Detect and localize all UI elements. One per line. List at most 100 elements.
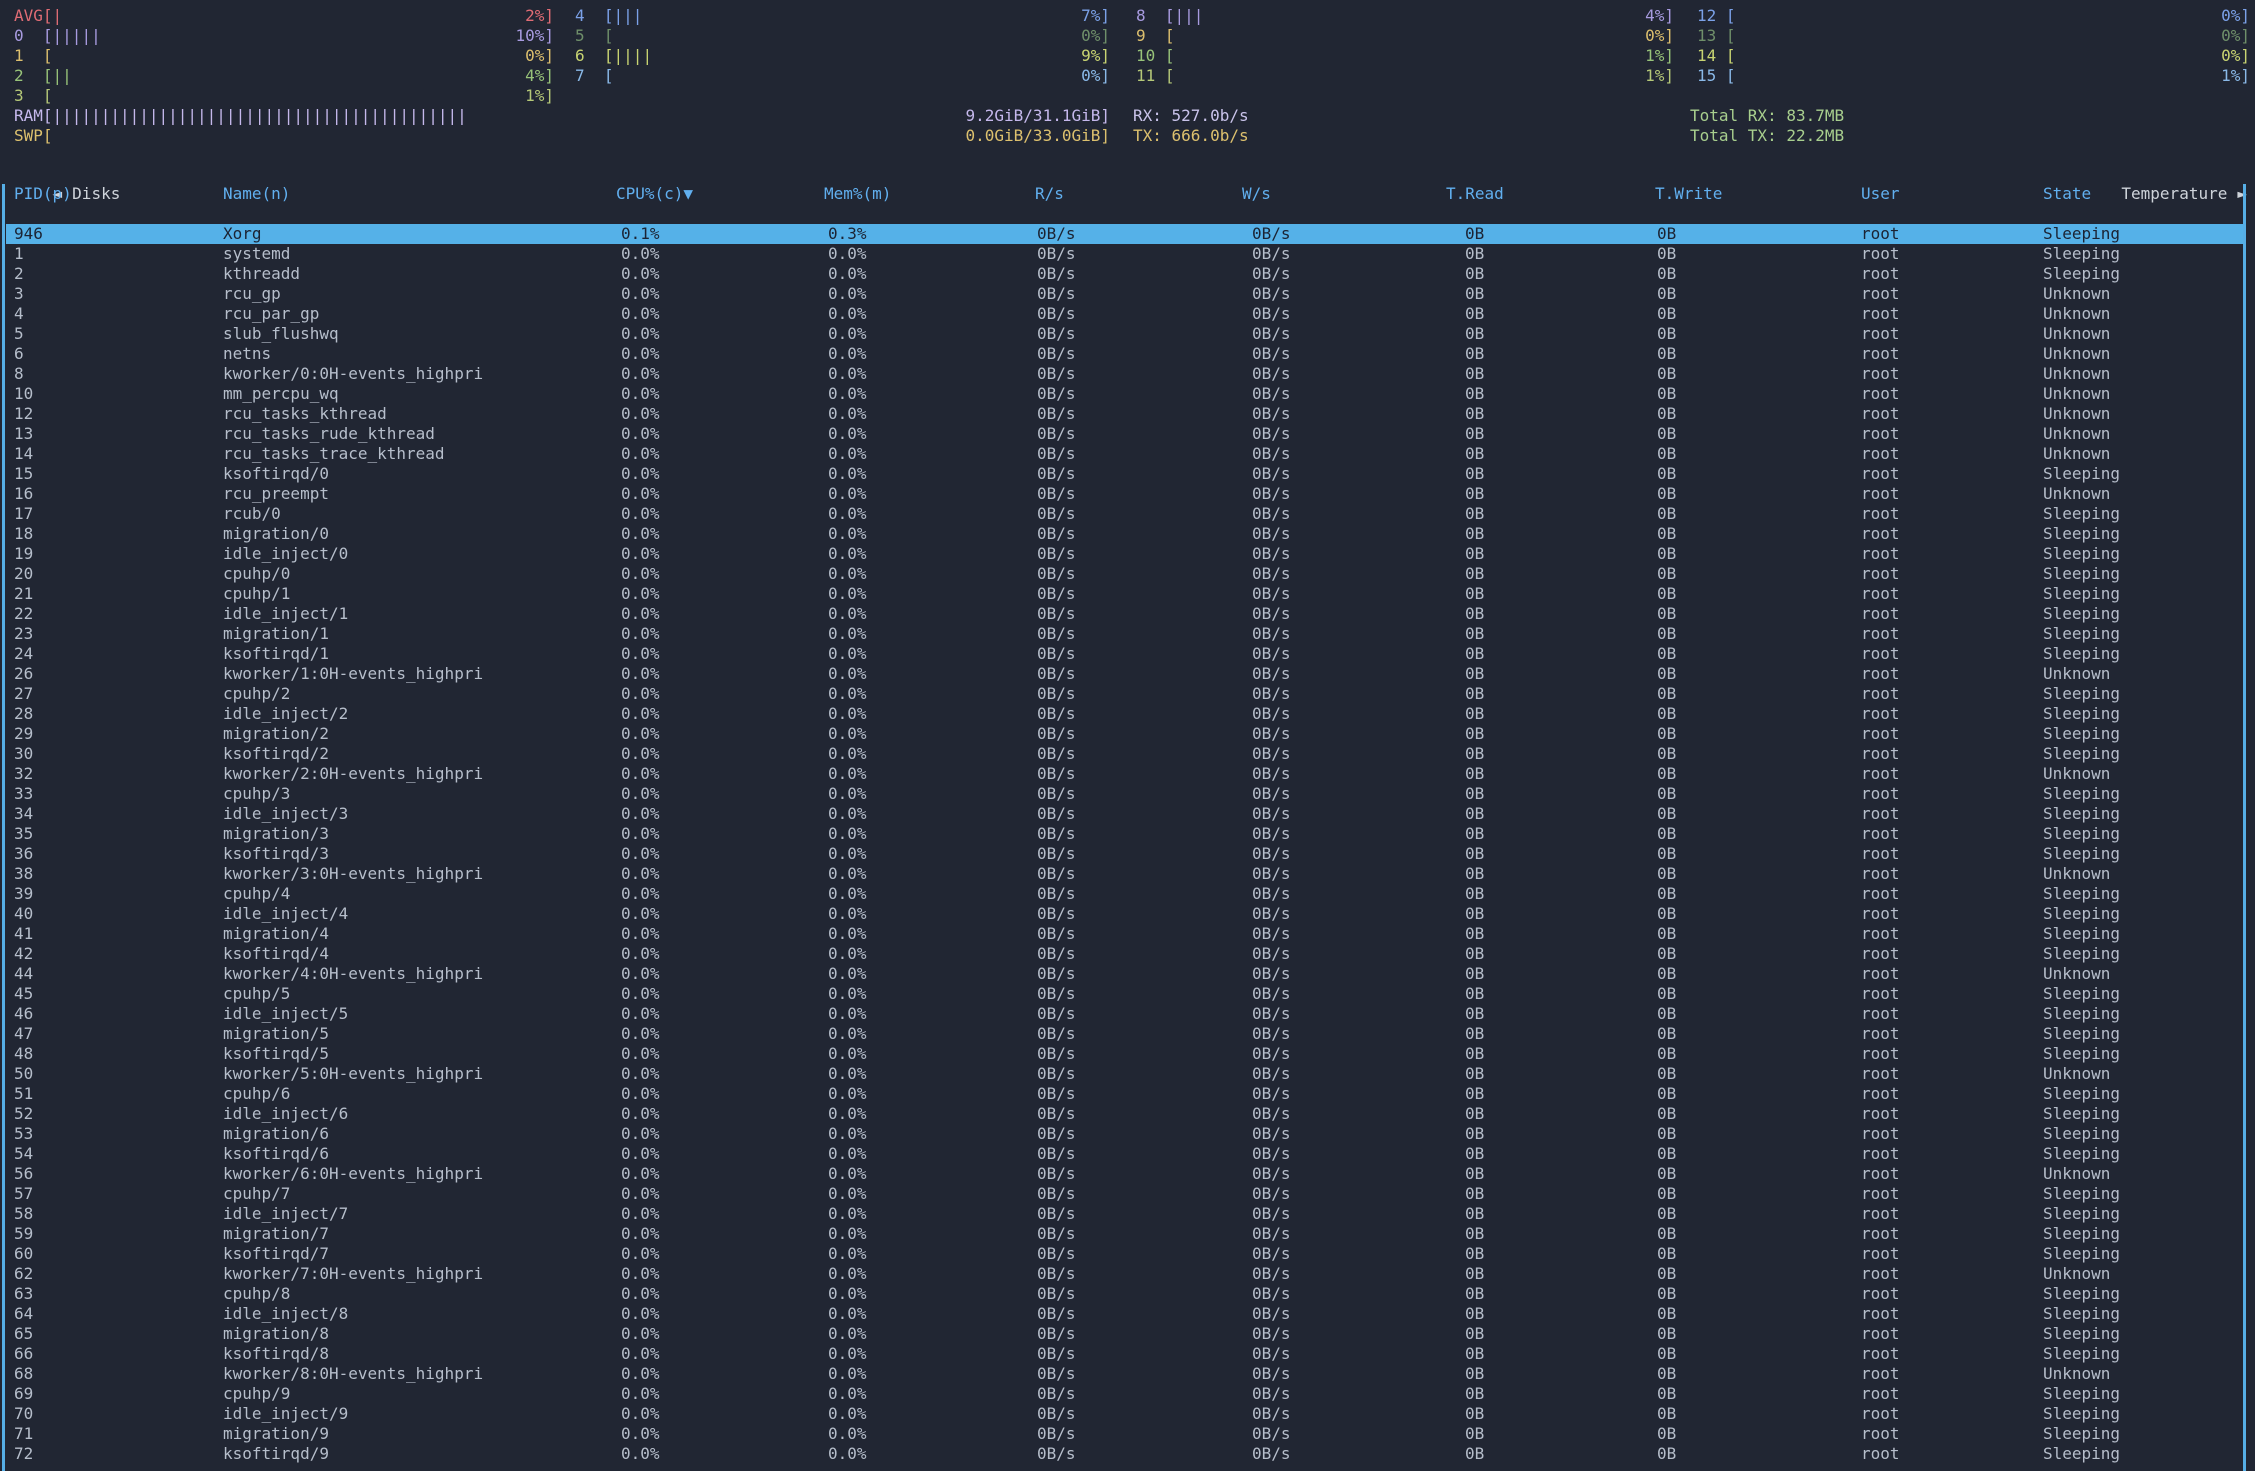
process-row[interactable]: 48ksoftirqd/50.0%0.0%0B/s0B/s0B0BrootSle… — [0, 1044, 2255, 1064]
process-row[interactable]: 64idle_inject/80.0%0.0%0B/s0B/s0B0BrootS… — [0, 1304, 2255, 1324]
process-row[interactable]: 59migration/70.0%0.0%0B/s0B/s0B0BrootSle… — [0, 1224, 2255, 1244]
cell-user: root — [1861, 904, 1900, 924]
process-row[interactable]: 53migration/60.0%0.0%0B/s0B/s0B0BrootSle… — [0, 1124, 2255, 1144]
process-row[interactable]: 24ksoftirqd/10.0%0.0%0B/s0B/s0B0BrootSle… — [0, 644, 2255, 664]
process-row[interactable]: 30ksoftirqd/20.0%0.0%0B/s0B/s0B0BrootSle… — [0, 744, 2255, 764]
process-row[interactable]: 62kworker/7:0H-events_highpri0.0%0.0%0B/… — [0, 1264, 2255, 1284]
col-header-name[interactable]: Name(n) — [223, 184, 290, 204]
col-header-mem[interactable]: Mem%(m) — [824, 184, 891, 204]
process-row[interactable]: 60ksoftirqd/70.0%0.0%0B/s0B/s0B0BrootSle… — [0, 1244, 2255, 1264]
cell-rs: 0B/s — [1037, 1204, 1076, 1224]
process-row[interactable]: 6netns0.0%0.0%0B/s0B/s0B0BrootUnknown — [0, 344, 2255, 364]
col-header-pid[interactable]: PID(p) — [14, 184, 72, 204]
col-header-cpu[interactable]: CPU%(c)▼ — [616, 184, 693, 204]
process-row[interactable]: 71migration/90.0%0.0%0B/s0B/s0B0BrootSle… — [0, 1424, 2255, 1444]
cell-mem: 0.0% — [828, 264, 867, 284]
process-row[interactable]: 69cpuhp/90.0%0.0%0B/s0B/s0B0BrootSleepin… — [0, 1384, 2255, 1404]
process-row[interactable]: 1systemd0.0%0.0%0B/s0B/s0B0BrootSleeping — [0, 244, 2255, 264]
process-row[interactable]: 47migration/50.0%0.0%0B/s0B/s0B0BrootSle… — [0, 1024, 2255, 1044]
col-header-state[interactable]: State — [2043, 184, 2091, 204]
process-row[interactable]: 946Xorg0.1%0.3%0B/s0B/s0B0BrootSleeping — [0, 224, 2255, 244]
process-row[interactable]: 29migration/20.0%0.0%0B/s0B/s0B0BrootSle… — [0, 724, 2255, 744]
cell-cpu: 0.0% — [621, 1444, 660, 1464]
col-header-ws[interactable]: W/s — [1242, 184, 1271, 204]
process-row[interactable]: 46idle_inject/50.0%0.0%0B/s0B/s0B0BrootS… — [0, 1004, 2255, 1024]
process-row[interactable]: 20cpuhp/00.0%0.0%0B/s0B/s0B0BrootSleepin… — [0, 564, 2255, 584]
process-row[interactable]: 27cpuhp/20.0%0.0%0B/s0B/s0B0BrootSleepin… — [0, 684, 2255, 704]
process-row[interactable]: 50kworker/5:0H-events_highpri0.0%0.0%0B/… — [0, 1064, 2255, 1084]
cell-mem: 0.0% — [828, 664, 867, 684]
process-row[interactable]: 4rcu_par_gp0.0%0.0%0B/s0B/s0B0BrootUnkno… — [0, 304, 2255, 324]
process-row[interactable]: 21cpuhp/10.0%0.0%0B/s0B/s0B0BrootSleepin… — [0, 584, 2255, 604]
cell-state: Sleeping — [2043, 684, 2120, 704]
process-row[interactable]: 66ksoftirqd/80.0%0.0%0B/s0B/s0B0BrootSle… — [0, 1344, 2255, 1364]
process-row[interactable]: 3rcu_gp0.0%0.0%0B/s0B/s0B0BrootUnknown — [0, 284, 2255, 304]
cell-state: Sleeping — [2043, 784, 2120, 804]
gauge-label: 2 — [14, 66, 43, 86]
process-row[interactable]: 8kworker/0:0H-events_highpri0.0%0.0%0B/s… — [0, 364, 2255, 384]
col-header-rs[interactable]: R/s — [1035, 184, 1064, 204]
cell-name: ksoftirqd/6 — [223, 1144, 329, 1164]
process-row[interactable]: 36ksoftirqd/30.0%0.0%0B/s0B/s0B0BrootSle… — [0, 844, 2255, 864]
process-row[interactable]: 39cpuhp/40.0%0.0%0B/s0B/s0B0BrootSleepin… — [0, 884, 2255, 904]
process-row[interactable]: 17rcub/00.0%0.0%0B/s0B/s0B0BrootSleeping — [0, 504, 2255, 524]
cell-cpu: 0.0% — [621, 864, 660, 884]
process-row[interactable]: 65migration/80.0%0.0%0B/s0B/s0B0BrootSle… — [0, 1324, 2255, 1344]
cell-tread: 0B — [1465, 464, 1484, 484]
process-row[interactable]: 16rcu_preempt0.0%0.0%0B/s0B/s0B0BrootUnk… — [0, 484, 2255, 504]
cell-name: rcu_tasks_trace_kthread — [223, 444, 445, 464]
carousel-prev-disks[interactable]: ◄Disks — [14, 164, 120, 184]
process-row[interactable]: 13rcu_tasks_rude_kthread0.0%0.0%0B/s0B/s… — [0, 424, 2255, 444]
process-row[interactable]: 54ksoftirqd/60.0%0.0%0B/s0B/s0B0BrootSle… — [0, 1144, 2255, 1164]
process-row[interactable]: 38kworker/3:0H-events_highpri0.0%0.0%0B/… — [0, 864, 2255, 884]
process-row[interactable]: 2kthreadd0.0%0.0%0B/s0B/s0B0BrootSleepin… — [0, 264, 2255, 284]
process-row[interactable]: 33cpuhp/30.0%0.0%0B/s0B/s0B0BrootSleepin… — [0, 784, 2255, 804]
process-row[interactable]: 45cpuhp/50.0%0.0%0B/s0B/s0B0BrootSleepin… — [0, 984, 2255, 1004]
process-row[interactable]: 41migration/40.0%0.0%0B/s0B/s0B0BrootSle… — [0, 924, 2255, 944]
cell-name: cpuhp/8 — [223, 1284, 290, 1304]
process-row[interactable]: 14rcu_tasks_trace_kthread0.0%0.0%0B/s0B/… — [0, 444, 2255, 464]
process-row[interactable]: 35migration/30.0%0.0%0B/s0B/s0B0BrootSle… — [0, 824, 2255, 844]
process-row[interactable]: 68kworker/8:0H-events_highpri0.0%0.0%0B/… — [0, 1364, 2255, 1384]
process-row[interactable]: 51cpuhp/60.0%0.0%0B/s0B/s0B0BrootSleepin… — [0, 1084, 2255, 1104]
cell-cpu: 0.0% — [621, 804, 660, 824]
process-row[interactable]: 15ksoftirqd/00.0%0.0%0B/s0B/s0B0BrootSle… — [0, 464, 2255, 484]
process-row[interactable]: 57cpuhp/70.0%0.0%0B/s0B/s0B0BrootSleepin… — [0, 1184, 2255, 1204]
col-header-tread[interactable]: T.Read — [1446, 184, 1504, 204]
cell-state: Unknown — [2043, 1164, 2110, 1184]
cell-mem: 0.0% — [828, 404, 867, 424]
cell-user: root — [1861, 464, 1900, 484]
process-row[interactable]: 70idle_inject/90.0%0.0%0B/s0B/s0B0BrootS… — [0, 1404, 2255, 1424]
process-row[interactable]: 32kworker/2:0H-events_highpri0.0%0.0%0B/… — [0, 764, 2255, 784]
process-row[interactable]: 10mm_percpu_wq0.0%0.0%0B/s0B/s0B0BrootUn… — [0, 384, 2255, 404]
process-row[interactable]: 40idle_inject/40.0%0.0%0B/s0B/s0B0BrootS… — [0, 904, 2255, 924]
gauge-bar: [| — [43, 6, 62, 26]
process-row[interactable]: 44kworker/4:0H-events_highpri0.0%0.0%0B/… — [0, 964, 2255, 984]
cell-user: root — [1861, 1324, 1900, 1344]
col-header-twrite[interactable]: T.Write — [1655, 184, 1722, 204]
process-row[interactable]: 19idle_inject/00.0%0.0%0B/s0B/s0B0BrootS… — [0, 544, 2255, 564]
process-table-header: PID(p) Name(n) CPU%(c)▼ Mem%(m) R/s W/s T.Read… — [0, 184, 2255, 204]
cell-tread: 0B — [1465, 1384, 1484, 1404]
cell-pid: 28 — [14, 704, 33, 724]
process-row[interactable]: 5slub_flushwq0.0%0.0%0B/s0B/s0B0BrootUnk… — [0, 324, 2255, 344]
carousel-next-temperature[interactable]: Temperature► — [2083, 164, 2247, 184]
process-row[interactable]: 23migration/10.0%0.0%0B/s0B/s0B0BrootSle… — [0, 624, 2255, 644]
process-row[interactable]: 42ksoftirqd/40.0%0.0%0B/s0B/s0B0BrootSle… — [0, 944, 2255, 964]
cell-user: root — [1861, 864, 1900, 884]
process-row[interactable]: 18migration/00.0%0.0%0B/s0B/s0B0BrootSle… — [0, 524, 2255, 544]
process-row[interactable]: 12rcu_tasks_kthread0.0%0.0%0B/s0B/s0B0Br… — [0, 404, 2255, 424]
cell-state: Unknown — [2043, 284, 2110, 304]
process-row[interactable]: 63cpuhp/80.0%0.0%0B/s0B/s0B0BrootSleepin… — [0, 1284, 2255, 1304]
process-row[interactable]: 34idle_inject/30.0%0.0%0B/s0B/s0B0BrootS… — [0, 804, 2255, 824]
process-row[interactable]: 28idle_inject/20.0%0.0%0B/s0B/s0B0BrootS… — [0, 704, 2255, 724]
process-row[interactable]: 26kworker/1:0H-events_highpri0.0%0.0%0B/… — [0, 664, 2255, 684]
col-header-user[interactable]: User — [1861, 184, 1900, 204]
process-row[interactable]: 56kworker/6:0H-events_highpri0.0%0.0%0B/… — [0, 1164, 2255, 1184]
network-rx-rate: RX: 527.0b/s — [1133, 106, 1249, 126]
process-row[interactable]: 52idle_inject/60.0%0.0%0B/s0B/s0B0BrootS… — [0, 1104, 2255, 1124]
cell-tread: 0B — [1465, 344, 1484, 364]
process-row[interactable]: 72ksoftirqd/90.0%0.0%0B/s0B/s0B0BrootSle… — [0, 1444, 2255, 1464]
process-row[interactable]: 58idle_inject/70.0%0.0%0B/s0B/s0B0BrootS… — [0, 1204, 2255, 1224]
process-row[interactable]: 22idle_inject/10.0%0.0%0B/s0B/s0B0BrootS… — [0, 604, 2255, 624]
